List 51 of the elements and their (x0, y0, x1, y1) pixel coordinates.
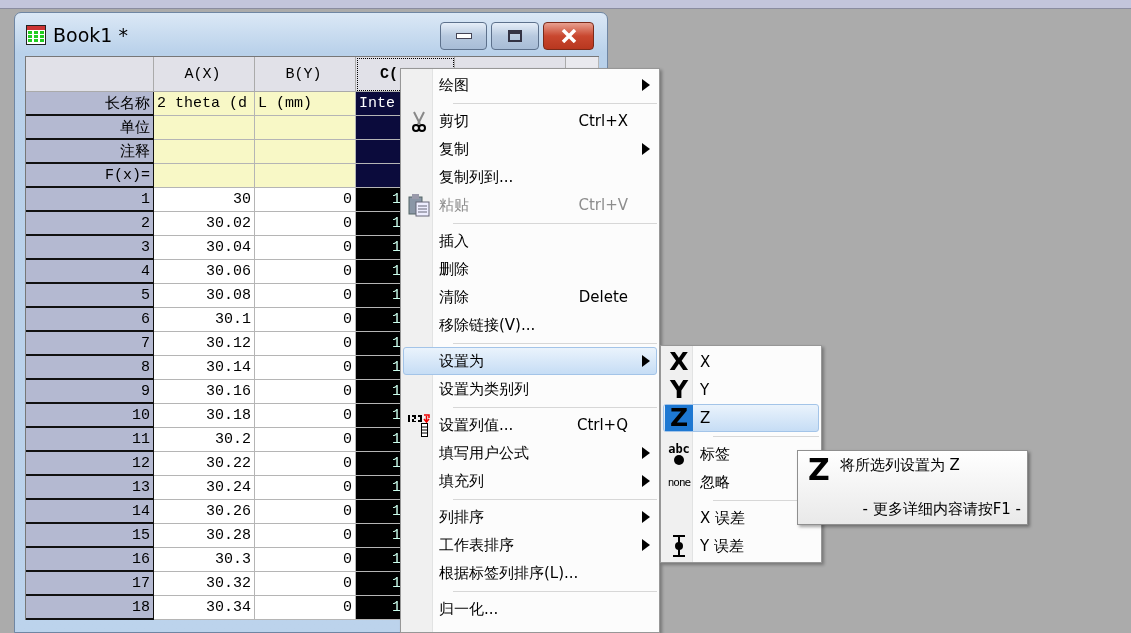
table-cell: 30.22 (154, 452, 255, 476)
window-title: Book1 * (53, 23, 128, 46)
row-header: 12 (26, 452, 154, 476)
table-cell: 30.14 (154, 356, 255, 380)
row-header: 4 (26, 260, 154, 284)
row-header: 6 (26, 308, 154, 332)
table-cell: 30.26 (154, 500, 255, 524)
row-header: 10 (26, 404, 154, 428)
row-header: 18 (26, 596, 154, 620)
letter-icon: X (669, 349, 689, 375)
row-header: 13 (26, 476, 154, 500)
none-icon: none (667, 475, 691, 489)
row-header: 单位 (26, 116, 154, 140)
row-header: 9 (26, 380, 154, 404)
row-header: 15 (26, 524, 154, 548)
table-cell: 30.12 (154, 332, 255, 356)
table-cell: 30.2 (154, 428, 255, 452)
letter-icon: Z (808, 454, 830, 486)
table-cell: 30.08 (154, 284, 255, 308)
table-cell: 30.18 (154, 404, 255, 428)
tooltip-hint: - 更多详细内容请按F1 - (862, 500, 1021, 518)
row-header: 注释 (26, 140, 154, 164)
table-cell: 30.34 (154, 596, 255, 620)
row-header: 8 (26, 356, 154, 380)
row-header: 长名称 (26, 92, 154, 116)
table-cell: 2 theta (d (154, 92, 255, 116)
table-cell: 30.1 (154, 308, 255, 332)
table-cell: 30.28 (154, 524, 255, 548)
table-cell: 30.24 (154, 476, 255, 500)
table-cell: 30.02 (154, 212, 255, 236)
row-header: 14 (26, 500, 154, 524)
row-header: 5 (26, 284, 154, 308)
row-header: 16 (26, 548, 154, 572)
letter-icon: Y (669, 377, 689, 403)
row-header: F(x)= (26, 164, 154, 188)
letter-icon: Z (664, 405, 694, 431)
table-cell: 30.04 (154, 236, 255, 260)
label-icon: abc (668, 443, 690, 455)
row-header: 2 (26, 212, 154, 236)
table-cell: 30.16 (154, 380, 255, 404)
table-cell: 30.06 (154, 260, 255, 284)
row-header: 3 (26, 236, 154, 260)
table-cell: 30.3 (154, 548, 255, 572)
row-header: 1 (26, 188, 154, 212)
row-header: 11 (26, 428, 154, 452)
table-cell: L (mm) (255, 92, 356, 116)
table-cell: 30 (154, 188, 255, 212)
row-header: 7 (26, 332, 154, 356)
tooltip-text: 将所选列设置为 Z (839, 455, 960, 475)
row-header: 17 (26, 572, 154, 596)
table-cell: 30.32 (154, 572, 255, 596)
